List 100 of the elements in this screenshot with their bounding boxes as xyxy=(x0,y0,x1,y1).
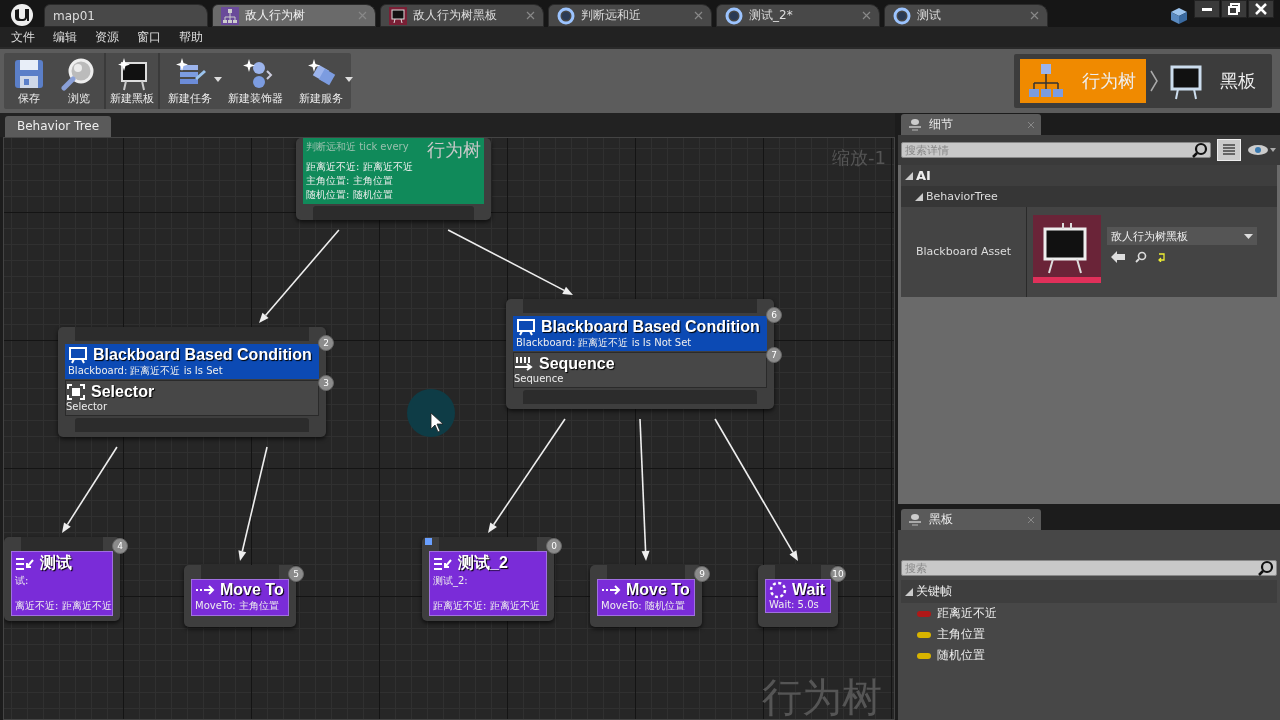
asset-dropdown[interactable]: 敌人行为树黑板 xyxy=(1107,227,1257,245)
composite-block[interactable]: Selector Selector xyxy=(65,380,319,416)
composite-detail: Sequence xyxy=(514,373,565,384)
document-tab[interactable]: 判断远和近 xyxy=(548,4,712,27)
caret-icon[interactable] xyxy=(214,77,222,82)
execution-index: 6 xyxy=(766,307,782,323)
category-header[interactable]: BehaviorTree xyxy=(901,186,1277,207)
decorator-title: Blackboard Based Condition xyxy=(93,346,312,364)
composite-title: Sequence xyxy=(539,355,615,373)
list-icon xyxy=(1222,144,1236,156)
task-detail: 离近不近: 距离近不近 xyxy=(15,599,109,613)
back-arrow-icon[interactable] xyxy=(1111,251,1125,263)
close-icon[interactable] xyxy=(526,11,535,20)
blackboard-icon xyxy=(68,346,88,364)
search-icon xyxy=(1192,142,1208,158)
task-block[interactable]: Move To MoveTo: 主角位置 xyxy=(191,579,289,616)
input-pin-bar[interactable] xyxy=(439,537,537,551)
toolbar-button[interactable]: 新建任务 xyxy=(160,53,220,109)
expanded-arrow-icon[interactable] xyxy=(905,587,913,596)
input-pin-bar[interactable] xyxy=(523,299,757,313)
reset-icon[interactable] xyxy=(1157,252,1166,262)
toolbar-button[interactable]: 浏览 xyxy=(54,53,104,109)
caret-icon[interactable] xyxy=(345,77,353,82)
task-block[interactable]: 测试 试: 离近不近: 距离近不近 xyxy=(11,551,113,616)
close-button[interactable] xyxy=(1248,0,1274,18)
task-block[interactable]: Move To MoveTo: 随机位置 xyxy=(597,579,695,616)
toolbar-button[interactable]: 保存 xyxy=(4,53,54,109)
task-block[interactable]: 测试_2 测试_2: 距离近不近: 距离近不近 xyxy=(429,551,547,616)
graph-canvas[interactable] xyxy=(3,137,895,720)
document-tab[interactable]: 测试 xyxy=(884,4,1048,27)
eye-icon[interactable] xyxy=(1247,143,1277,157)
blackboard-key-text: 距离近不近: 距离近不近 xyxy=(306,160,414,174)
category-header[interactable]: 关键帧 xyxy=(901,580,1277,603)
input-pin-bar[interactable] xyxy=(75,327,309,341)
category-header[interactable]: AI xyxy=(901,165,1277,186)
input-pin-bar[interactable] xyxy=(21,537,103,551)
graph-tab[interactable]: Behavior Tree xyxy=(5,116,112,137)
decorator-block[interactable]: Blackboard Based Condition Blackboard: 距离近不近 is Is Set xyxy=(65,344,319,379)
blackboard-key[interactable]: 距离近不近 xyxy=(937,605,997,622)
close-icon[interactable] xyxy=(694,11,703,20)
expanded-arrow-icon[interactable] xyxy=(915,192,923,201)
dotted-arrow-icon xyxy=(601,584,621,596)
menu-item[interactable]: 编辑 xyxy=(46,28,84,46)
close-icon[interactable] xyxy=(862,11,871,20)
document-tab[interactable]: 测试_2* xyxy=(716,4,880,27)
document-tab[interactable]: 敌人行为树 xyxy=(212,4,376,27)
document-tab[interactable]: 敌人行为树黑板 xyxy=(380,4,544,27)
minimize-button[interactable] xyxy=(1194,0,1220,18)
composite-detail: Selector xyxy=(66,401,109,412)
panel-icon xyxy=(907,117,923,132)
panel-tab[interactable]: 细节 xyxy=(901,114,1041,135)
behavior-tree-node[interactable]: 判断远和近 tick every 距离近不近: 距离近不近 主角位置: 主角位置 随机位置: 随机位置 行为树 xyxy=(296,138,491,220)
ring-icon xyxy=(557,6,575,25)
caret-icon xyxy=(1244,233,1253,239)
property-name: Blackboard Asset xyxy=(901,207,1027,297)
task-detail: MoveTo: 主角位置 xyxy=(195,599,280,613)
execution-index: 0 xyxy=(546,538,562,554)
blackboard-key-text: 主角位置: 主角位置 xyxy=(306,174,394,188)
decorator-block[interactable]: Blackboard Based Condition Blackboard: 距离近不近 is Is Not Set xyxy=(513,316,767,351)
decorator-detail: Blackboard: 距离近不近 is Is Not Set xyxy=(516,336,693,350)
sequence-icon xyxy=(514,355,534,373)
search-icon[interactable] xyxy=(1135,251,1147,263)
execution-index: 4 xyxy=(112,538,128,554)
menu-item[interactable]: 文件 xyxy=(4,28,42,46)
view-options-button[interactable] xyxy=(1217,139,1241,161)
execution-index: 2 xyxy=(318,335,334,351)
task-detail: 测试_2: xyxy=(433,574,469,588)
task-list-icon xyxy=(15,555,35,572)
menu-item[interactable]: 窗口 xyxy=(130,28,168,46)
task-detail: 距离近不近: 距离近不近 xyxy=(433,599,541,613)
toolbar-button[interactable]: 新建装饰器 xyxy=(220,53,291,109)
composite-block[interactable]: Sequence Sequence xyxy=(513,352,767,388)
close-icon[interactable] xyxy=(1027,515,1035,524)
toolbar-button[interactable]: 新建黑板 xyxy=(106,53,158,109)
selector-icon xyxy=(66,383,86,401)
task-block[interactable]: Wait Wait: 5.0s xyxy=(765,579,831,613)
toolbar-button[interactable]: 新建服务 xyxy=(291,53,351,109)
input-pin-bar[interactable] xyxy=(607,565,685,579)
document-tab[interactable]: map01 xyxy=(44,4,208,27)
execution-index: 7 xyxy=(766,347,782,363)
mode-tab[interactable]: 黑板 xyxy=(1162,59,1266,103)
input-pin-bar[interactable] xyxy=(201,565,279,579)
close-icon[interactable] xyxy=(1030,11,1039,20)
blackboard-key[interactable]: 主角位置 xyxy=(937,626,985,643)
panel-tab[interactable]: 黑板 xyxy=(901,509,1041,530)
close-icon[interactable] xyxy=(358,11,367,20)
expanded-arrow-icon[interactable] xyxy=(905,171,913,180)
blackboard-thumbnail-icon xyxy=(1033,215,1101,283)
task-detail: Wait: 5.0s xyxy=(769,599,820,610)
cube-icon[interactable] xyxy=(1168,5,1190,27)
restore-button[interactable] xyxy=(1221,0,1247,18)
search-field[interactable]: 搜索 xyxy=(901,560,1277,576)
task-title: 测试 xyxy=(40,553,72,573)
blackboard-key[interactable]: 随机位置 xyxy=(937,647,985,664)
ring-icon xyxy=(725,6,743,25)
close-icon[interactable] xyxy=(1027,120,1035,129)
menu-item[interactable]: 资源 xyxy=(88,28,126,46)
menu-item[interactable]: 帮助 xyxy=(172,28,210,46)
input-pin-bar[interactable] xyxy=(775,565,821,579)
tree-icon xyxy=(221,6,239,25)
